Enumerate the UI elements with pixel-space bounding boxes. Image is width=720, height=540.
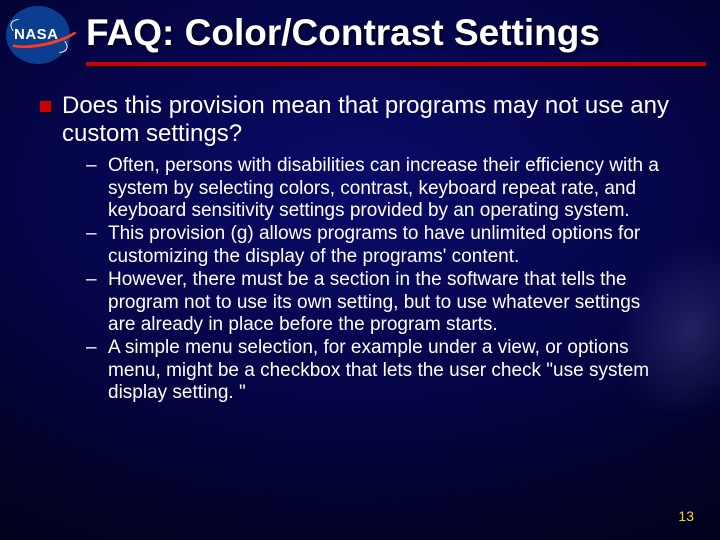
dash-bullet-icon: –: [86, 269, 97, 291]
main-question-bullet: Does this provision mean that programs m…: [40, 92, 680, 147]
sub-item: – Often, persons with disabilities can i…: [86, 155, 670, 222]
content-area: Does this provision mean that programs m…: [0, 66, 720, 405]
sub-bullet-list: – Often, persons with disabilities can i…: [40, 155, 680, 404]
sub-item-text: However, there must be a section in the …: [108, 269, 640, 335]
sub-item: – A simple menu selection, for example u…: [86, 337, 670, 404]
sub-item-text: This provision (g) allows programs to ha…: [108, 223, 640, 266]
sub-item: – This provision (g) allows programs to …: [86, 223, 670, 268]
nasa-logo: NASA: [6, 6, 80, 66]
dash-bullet-icon: –: [86, 155, 97, 177]
page-number: 13: [678, 508, 694, 524]
sub-item: – However, there must be a section in th…: [86, 269, 670, 336]
main-question-text: Does this provision mean that programs m…: [62, 92, 669, 147]
header: NASA FAQ: Color/Contrast Settings: [0, 0, 720, 66]
square-bullet-icon: [40, 101, 51, 112]
title-underline: [86, 62, 706, 66]
slide: NASA FAQ: Color/Contrast Settings Does t…: [0, 0, 720, 540]
logo-circle: NASA: [6, 6, 70, 64]
sub-item-text: A simple menu selection, for example und…: [108, 337, 649, 403]
dash-bullet-icon: –: [86, 337, 97, 359]
dash-bullet-icon: –: [86, 223, 97, 245]
slide-title: FAQ: Color/Contrast Settings: [86, 12, 700, 62]
sub-item-text: Often, persons with disabilities can inc…: [108, 155, 659, 221]
